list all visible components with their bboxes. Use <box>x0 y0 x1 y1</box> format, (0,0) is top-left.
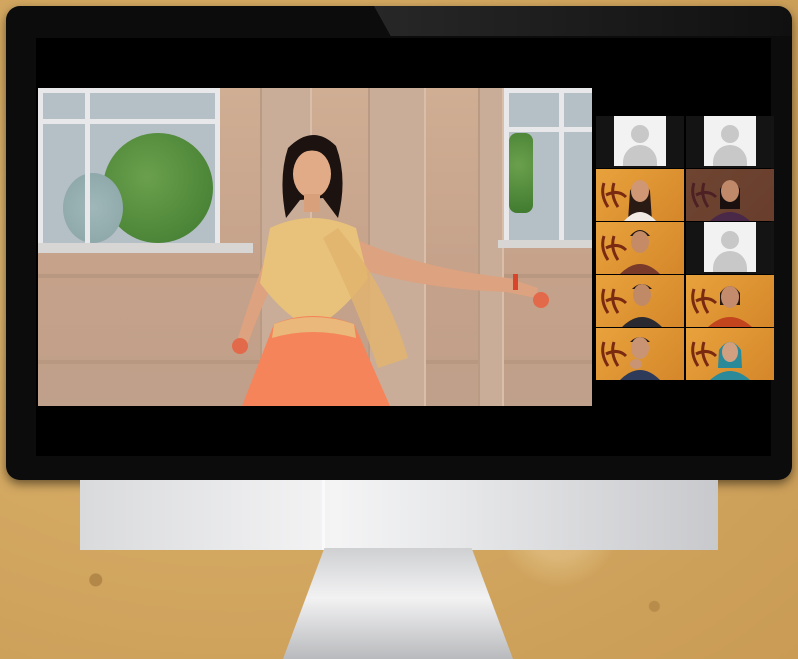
participant-tile[interactable] <box>686 328 774 380</box>
participant-video <box>620 230 660 274</box>
participant-video <box>686 169 774 221</box>
participant-tile[interactable] <box>686 169 774 221</box>
participant-tile[interactable] <box>686 116 774 168</box>
avatar-placeholder-icon <box>614 116 666 166</box>
participant-gallery <box>594 116 774 381</box>
participant-tile[interactable] <box>596 275 684 327</box>
participant-video <box>620 337 660 380</box>
participant-tile[interactable] <box>686 275 774 327</box>
avatar-placeholder-icon <box>704 222 756 272</box>
monitor <box>6 6 792 480</box>
participant-video <box>708 286 752 327</box>
participant-tile[interactable] <box>686 222 774 274</box>
participant-tile[interactable] <box>596 116 684 168</box>
dancer-figure <box>232 134 549 406</box>
participant-video <box>624 180 656 221</box>
participant-tile[interactable] <box>596 169 684 221</box>
participant-tile[interactable] <box>596 222 684 274</box>
avatar-placeholder-icon <box>704 116 756 166</box>
monitor-stand-neck <box>80 480 718 550</box>
video-call-screen <box>36 38 774 456</box>
main-video[interactable] <box>38 88 592 406</box>
monitor-stand-base <box>283 548 513 659</box>
participant-video <box>710 342 750 380</box>
participant-tile[interactable] <box>596 328 684 380</box>
monitor-glare <box>374 6 792 36</box>
participant-video <box>622 284 662 327</box>
